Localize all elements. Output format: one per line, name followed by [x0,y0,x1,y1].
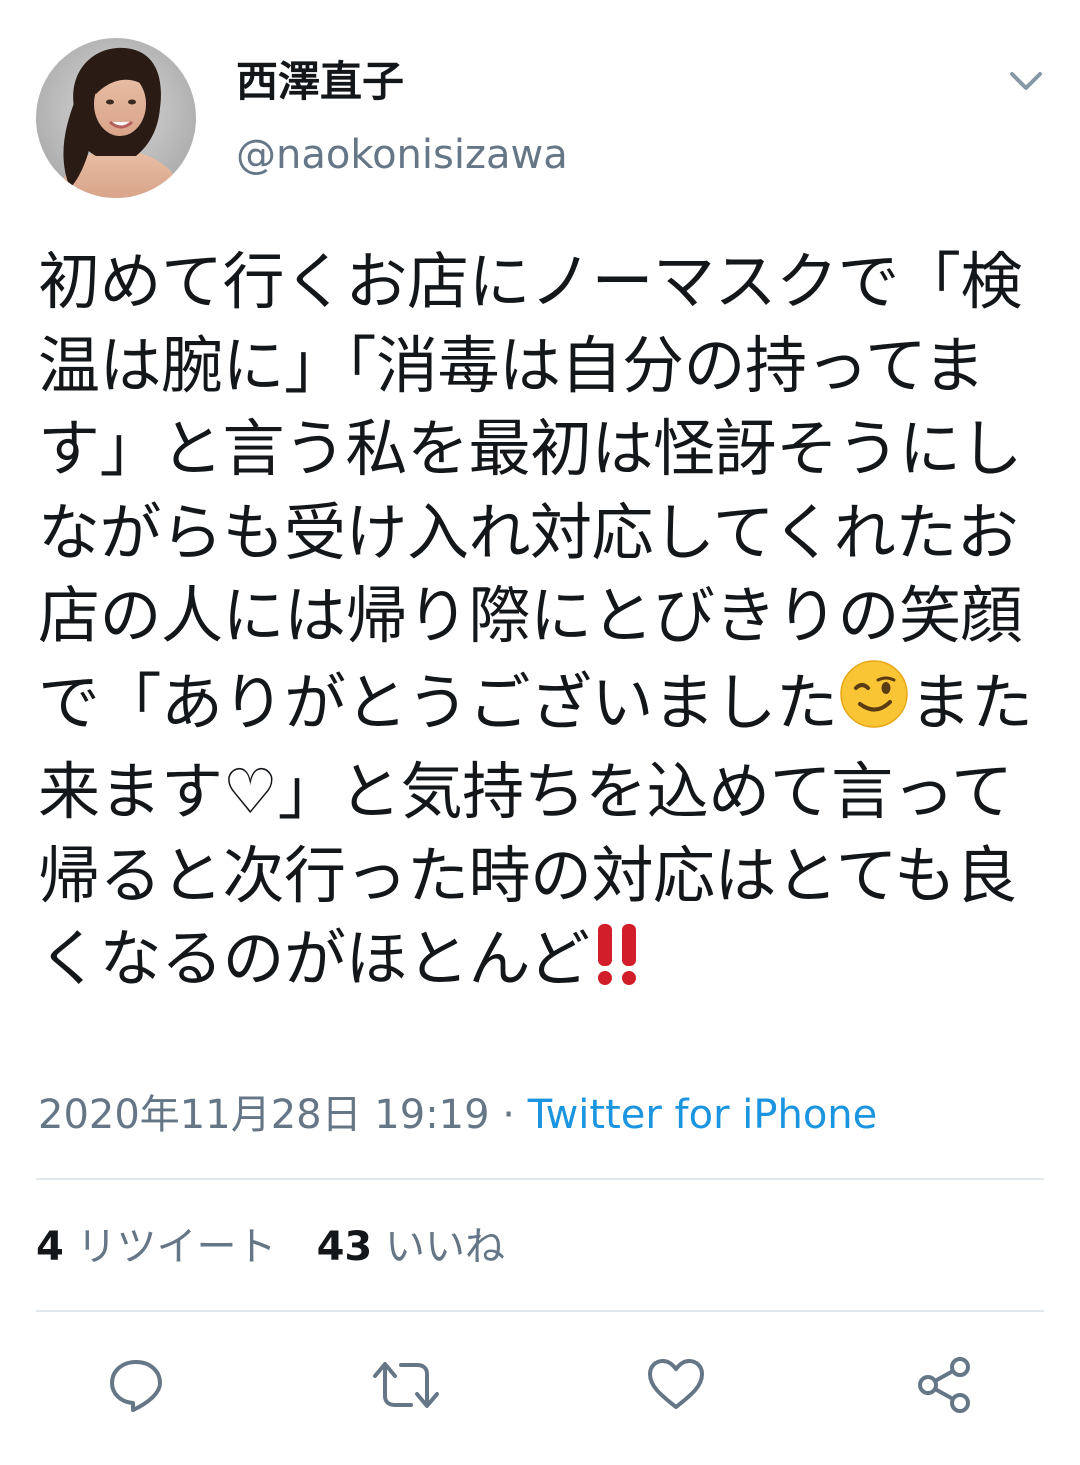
divider-bottom [36,1310,1044,1312]
user-names: 西澤直子 @naokonisizawa [236,54,568,180]
tweet-detail: 西澤直子 @naokonisizawa 初めて行くお店にノーマスクで「検温は腕に… [0,0,1080,1465]
tweet-header: 西澤直子 @naokonisizawa [36,38,1046,208]
reply-icon[interactable] [96,1345,176,1425]
chevron-down-icon[interactable] [1006,66,1046,96]
timestamp[interactable]: 2020年11月28日 19:19 [38,1092,490,1138]
source-link[interactable]: Twitter for iPhone [528,1092,878,1138]
tweet-text: 初めて行くお店にノーマスクで「検温は腕に」「消毒は自分の持ってます」と言う私を最… [38,240,1048,1007]
meta-separator: · [489,1092,528,1138]
retweets-stat[interactable]: 4 リツイート [36,1220,277,1274]
retweet-icon[interactable] [366,1345,446,1425]
tweet-stats: 4 リツイート 43 いいね [36,1220,505,1274]
avatar-photo [36,38,196,198]
likes-stat[interactable]: 43 いいね [317,1220,505,1274]
double-exclamation-emoji [590,922,646,1007]
tweet-meta: 2020年11月28日 19:19 · Twitter for iPhone [38,1088,877,1142]
winking-face-emoji [838,658,910,751]
action-bar [0,1345,1080,1425]
heart-icon[interactable] [636,1345,716,1425]
share-icon[interactable] [904,1345,984,1425]
retweets-label: リツイート [76,1224,277,1270]
retweets-count: 4 [36,1224,64,1270]
avatar[interactable] [36,38,196,198]
divider-top [36,1178,1044,1180]
likes-label: いいね [384,1224,505,1270]
display-name[interactable]: 西澤直子 [236,54,568,110]
likes-count: 43 [316,1224,373,1270]
user-handle[interactable]: @naokonisizawa [236,130,568,180]
